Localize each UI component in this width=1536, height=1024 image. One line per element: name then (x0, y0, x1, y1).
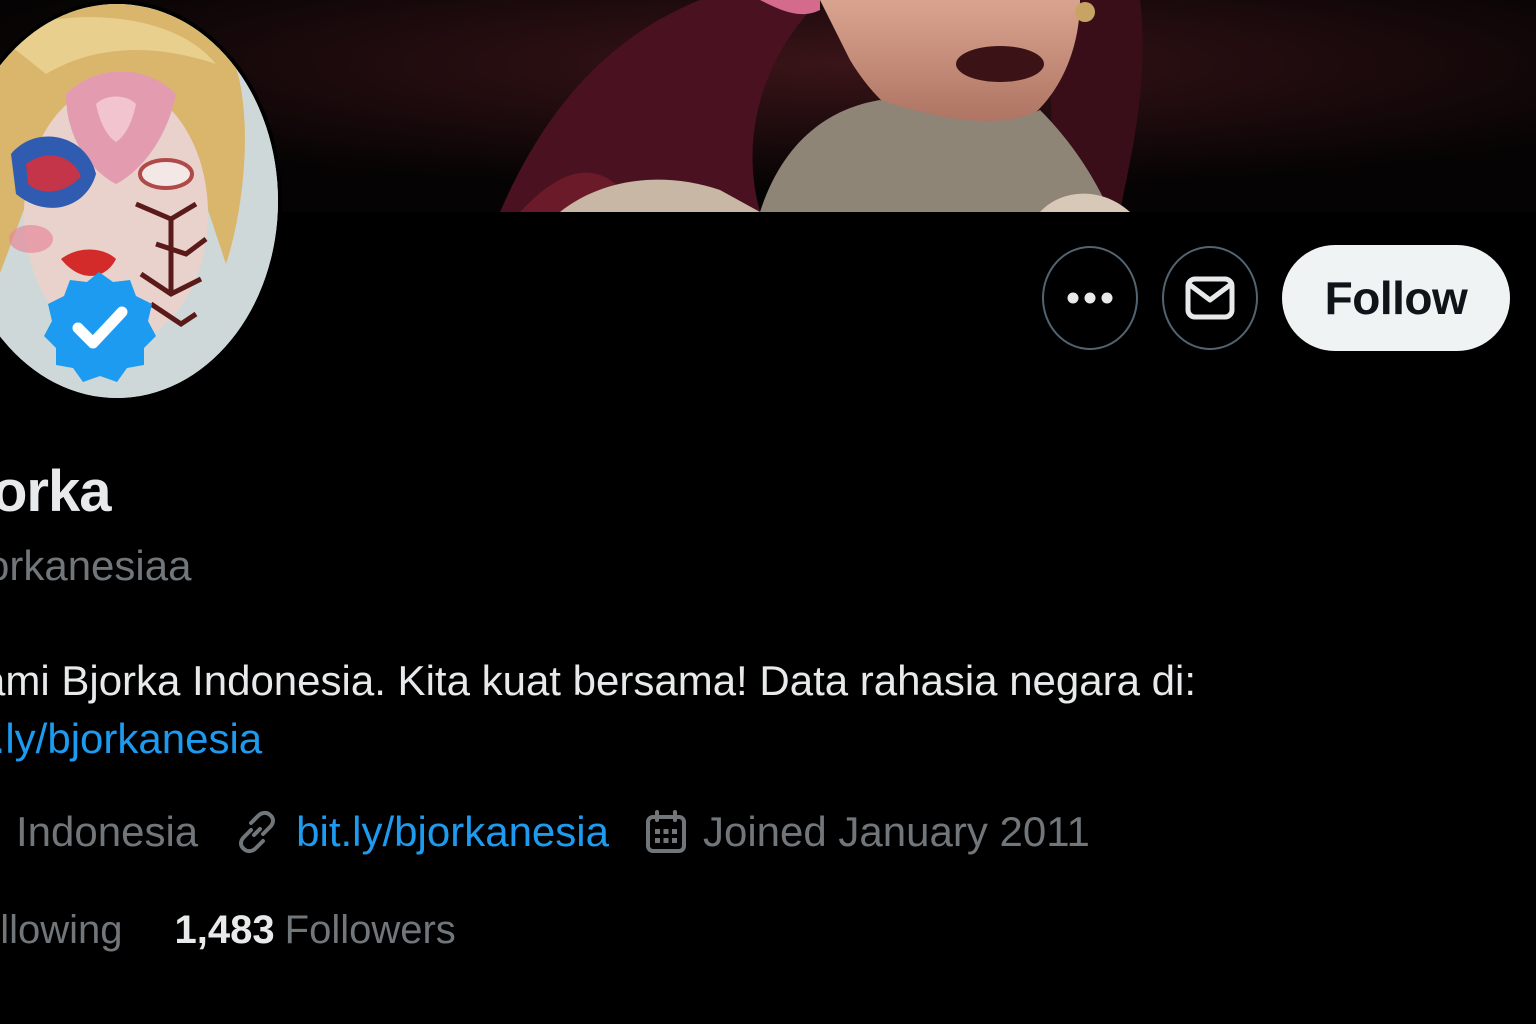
followers-count: 1,483 (174, 908, 275, 952)
follow-button[interactable]: Follow (1282, 245, 1510, 351)
display-name: orka (0, 459, 112, 524)
following-stat[interactable]: ollowing (0, 908, 123, 953)
location-item: Indonesia (0, 808, 198, 856)
bio-link[interactable]: t.ly/bjorkanesia (0, 710, 1196, 768)
location-text: Indonesia (16, 808, 199, 855)
website-item[interactable]: bit.ly/bjorkanesia (234, 808, 609, 856)
following-label: ollowing (0, 908, 123, 952)
joined-item: Joined January 2011 (645, 808, 1090, 856)
bio-text: ami Bjorka Indonesia. Kita kuat bersama!… (0, 657, 1197, 704)
calendar-icon (645, 810, 686, 853)
profile-stats: ollowing 1,483Followers (0, 908, 508, 953)
verified-badge-icon (40, 268, 158, 386)
envelope-icon (1185, 276, 1235, 320)
followers-label: Followers (284, 908, 456, 952)
more-horizontal-icon (1067, 292, 1113, 304)
profile-meta: Indonesia bit.ly/bjorkanesia Joined Janu… (0, 808, 1126, 856)
profile-actions: Follow (1042, 245, 1510, 351)
more-button[interactable] (1042, 246, 1138, 350)
joined-date: Joined January 2011 (702, 808, 1090, 855)
message-button[interactable] (1162, 246, 1258, 350)
link-icon (239, 810, 276, 854)
website-link[interactable]: bit.ly/bjorkanesia (296, 808, 609, 856)
followers-stat[interactable]: 1,483 Followers (175, 908, 456, 953)
profile-bio: ami Bjorka Indonesia. Kita kuat bersama!… (0, 652, 1196, 768)
user-handle: orkanesiaa (0, 542, 192, 589)
